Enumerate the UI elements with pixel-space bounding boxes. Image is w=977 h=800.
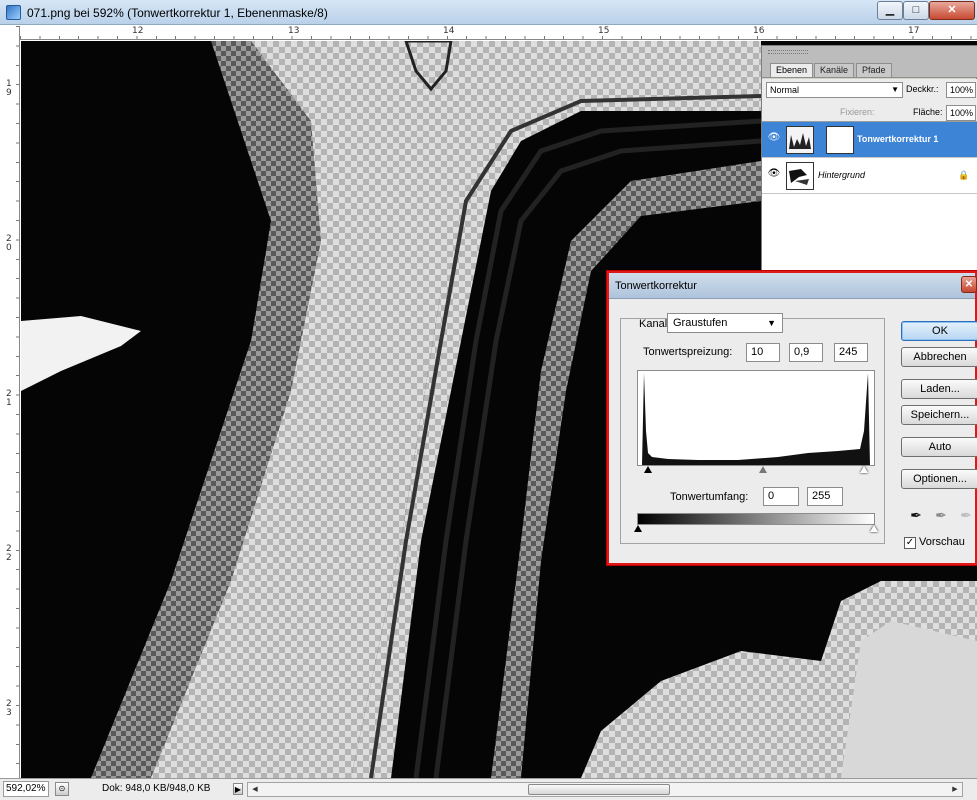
scroll-left-icon[interactable]: ◀ — [248, 783, 262, 796]
ruler-tick-label: 21 — [6, 389, 12, 408]
input-white-slider[interactable] — [860, 466, 868, 473]
auto-button[interactable]: Auto — [901, 437, 977, 457]
eye-icon[interactable]: 👁 — [767, 132, 781, 144]
navigator-icon[interactable]: ⊙ — [55, 782, 69, 796]
layers-panel-body: Normal ▼ Deckkr.: 100% Fixieren: Fläche:… — [762, 79, 977, 279]
layer-list: 👁 Tonwertkorrektur 1 👁 Hintergrund 🔒 — [762, 121, 977, 279]
horizontal-scrollbar[interactable]: ◀ ▶ — [247, 782, 963, 797]
output-levels-label: Tonwertumfang: — [670, 491, 749, 503]
ruler-tick-label: 23 — [6, 699, 12, 718]
histogram — [637, 370, 875, 466]
opacity-input[interactable]: 100% — [946, 82, 976, 98]
ruler-tick-label: 22 — [6, 544, 12, 563]
fill-input[interactable]: 100% — [946, 105, 976, 121]
layer-row-hintergrund[interactable]: 👁 Hintergrund 🔒 — [762, 158, 977, 194]
preview-label: Vorschau — [919, 536, 965, 548]
white-eyedropper-icon[interactable]: ✒ — [957, 506, 975, 524]
dialog-titlebar[interactable]: Tonwertkorrektur ✕ — [609, 273, 977, 299]
output-black-slider[interactable] — [634, 525, 642, 532]
status-menu-arrow-icon[interactable]: ▶ — [233, 783, 243, 795]
ruler-tick-label: 19 — [6, 79, 12, 98]
close-icon[interactable]: ✕ — [961, 276, 977, 293]
channel-select[interactable]: Graustufen ▼ — [667, 313, 783, 333]
layer-name[interactable]: Hintergrund — [818, 170, 865, 180]
gray-eyedropper-icon[interactable]: ✒ — [932, 506, 950, 524]
background-layer-thumbnail — [786, 162, 814, 190]
preview-checkbox[interactable]: ✓ — [904, 537, 916, 549]
input-black-field[interactable]: 10 — [746, 343, 780, 362]
layer-name[interactable]: Tonwertkorrektur 1 — [857, 134, 938, 144]
options-button[interactable]: Optionen... — [901, 469, 977, 489]
photoshop-app-icon — [6, 5, 21, 20]
layers-panel-tabbar: Ebenen Kanäle Pfade — [762, 46, 977, 78]
fill-label: Fläche: — [913, 107, 943, 117]
layer-row-tonwertkorrektur[interactable]: 👁 Tonwertkorrektur 1 — [762, 122, 977, 158]
scrollbar-thumb[interactable] — [528, 784, 670, 795]
close-window-button[interactable]: ✕ — [929, 1, 975, 20]
save-button[interactable]: Speichern... — [901, 405, 977, 425]
chevron-down-icon: ▼ — [891, 85, 899, 94]
input-gamma-field[interactable]: 0,9 — [789, 343, 823, 362]
input-gamma-slider[interactable] — [759, 466, 767, 473]
output-white-field[interactable]: 255 — [807, 487, 843, 506]
panel-grip[interactable] — [768, 50, 808, 54]
tab-kanaele[interactable]: Kanäle — [814, 63, 855, 77]
ruler-tick-label: 14 — [443, 26, 455, 36]
tab-ebenen[interactable]: Ebenen — [770, 63, 814, 77]
input-levels-label: Tonwertspreizung: — [643, 346, 733, 358]
ruler-tick-label: 12 — [132, 26, 144, 36]
ruler-tick-label: 16 — [753, 26, 765, 36]
load-button[interactable]: Laden... — [901, 379, 977, 399]
input-black-slider[interactable] — [644, 466, 652, 473]
lock-icon: 🔒 — [958, 170, 970, 180]
output-black-field[interactable]: 0 — [763, 487, 799, 506]
ruler-tick-label: 20 — [6, 234, 12, 253]
ruler-tick-label: 17 — [908, 26, 920, 36]
output-white-slider[interactable] — [870, 525, 878, 532]
blend-mode-select[interactable]: Normal ▼ — [766, 82, 903, 98]
input-white-field[interactable]: 245 — [834, 343, 868, 362]
ok-button[interactable]: OK — [901, 321, 977, 341]
scroll-right-icon[interactable]: ▶ — [948, 783, 962, 796]
window-titlebar: 071.png bei 592% (Tonwertkorrektur 1, Eb… — [0, 0, 977, 25]
status-bar: 592,02% ⊙ Dok: 948,0 KB/948,0 KB ▶ ◀ ▶ — [0, 778, 977, 800]
ruler-vertical[interactable]: 19 20 21 22 23 — [0, 26, 20, 778]
levels-dialog: Tonwertkorrektur ✕ Kanal: Graustufen ▼ T… — [607, 271, 977, 565]
layers-panel: Ebenen Kanäle Pfade Normal ▼ Deckkr.: 10… — [761, 45, 977, 280]
lock-label: Fixieren: — [840, 107, 875, 117]
channel-value: Graustufen — [673, 317, 728, 329]
chevron-down-icon: ▼ — [767, 318, 776, 328]
adjustment-layer-thumbnail — [786, 126, 814, 154]
maximize-button[interactable]: □ — [903, 1, 929, 20]
tab-pfade[interactable]: Pfade — [856, 63, 892, 77]
channel-label: Kanal: — [639, 318, 671, 330]
minimize-button[interactable]: ▁ — [877, 1, 903, 20]
ruler-tick-label: 15 — [598, 26, 610, 36]
dialog-title: Tonwertkorrektur — [615, 280, 697, 292]
blend-mode-value: Normal — [770, 85, 800, 95]
output-gradient-bar — [637, 513, 875, 525]
ruler-tick-label: 13 — [288, 26, 300, 36]
ruler-horizontal[interactable]: 12 13 14 15 16 17 — [20, 26, 977, 40]
black-eyedropper-icon[interactable]: ✒ — [907, 506, 925, 524]
document-info: Dok: 948,0 KB/948,0 KB — [102, 783, 211, 794]
window-title: 071.png bei 592% (Tonwertkorrektur 1, Eb… — [27, 6, 328, 20]
layer-mask-thumbnail[interactable] — [826, 126, 854, 154]
eye-icon[interactable]: 👁 — [767, 168, 781, 180]
opacity-label: Deckkr.: — [906, 84, 939, 94]
cancel-button[interactable]: Abbrechen — [901, 347, 977, 367]
zoom-input[interactable]: 592,02% — [3, 781, 49, 797]
